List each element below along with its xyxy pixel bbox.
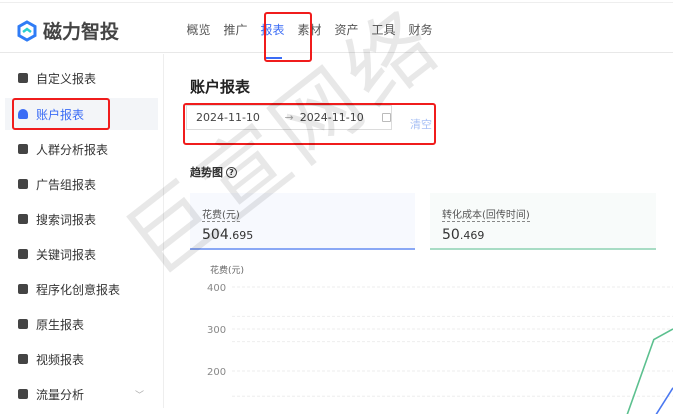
sidebar-item-label: 人群分析报表 xyxy=(36,142,109,157)
date-start[interactable]: 2024-11-10 xyxy=(196,111,273,124)
trend-title: 趋势图 xyxy=(190,166,223,179)
logo-icon xyxy=(17,19,37,42)
sidebar-item-label: 关键词报表 xyxy=(36,247,97,262)
sidebar-item-traffic-analysis[interactable]: 流量分析 ﹀ xyxy=(5,378,158,410)
date-range-picker[interactable]: 2024-11-10 → 2024-11-10 xyxy=(186,105,392,130)
document-icon xyxy=(18,73,28,83)
sidebar-item-native-report[interactable]: 原生报表 xyxy=(5,308,158,340)
sidebar-item-label: 原生报表 xyxy=(36,317,85,332)
y-tick-label: 300 xyxy=(207,325,226,336)
trend-heading: 趋势图 ? xyxy=(190,164,237,180)
sidebar-item-account-report[interactable]: 账户报表 xyxy=(5,98,158,130)
sidebar: 自定义报表 账户报表 人群分析报表 广告组报表 搜索词报表 关键词报表 程序化创… xyxy=(0,54,164,408)
sidebar-item-keyword-report[interactable]: 关键词报表 xyxy=(5,238,158,270)
clear-button[interactable]: 清空 xyxy=(410,116,432,132)
keyword-icon xyxy=(18,249,28,259)
y-tick-label: 200 xyxy=(207,367,226,378)
metric-value: 504.695 xyxy=(202,227,254,243)
metric-label: 花费(元) xyxy=(202,206,240,222)
help-icon[interactable]: ? xyxy=(226,166,237,178)
metric-value: 50.469 xyxy=(442,227,485,243)
nav-overview[interactable]: 概览 xyxy=(180,21,217,38)
y-tick-label: 400 xyxy=(207,283,226,294)
series-line-0 xyxy=(655,387,673,414)
nav-finance[interactable]: 财务 xyxy=(402,21,439,38)
sidebar-item-label: 广告组报表 xyxy=(36,177,97,192)
monitor-icon xyxy=(18,319,28,329)
grid-icon xyxy=(18,179,28,189)
nav-promotion[interactable]: 推广 xyxy=(217,21,254,38)
nav-materials[interactable]: 素材 xyxy=(291,21,328,38)
app-name: 磁力智投 xyxy=(43,21,120,43)
sidebar-item-label: 自定义报表 xyxy=(36,71,97,86)
sidebar-item-video-report[interactable]: 视频报表 xyxy=(5,343,158,375)
search-doc-icon xyxy=(18,214,28,224)
date-separator: → xyxy=(284,111,294,124)
user-icon xyxy=(18,109,28,119)
nav-reports[interactable]: 报表 xyxy=(254,21,291,59)
main-content: 账户报表 2024-11-10 → 2024-11-10 清空 趋势图 ? 花费… xyxy=(165,54,673,414)
nav-assets[interactable]: 资产 xyxy=(328,21,365,38)
sidebar-item-adgroup-report[interactable]: 广告组报表 xyxy=(5,168,158,200)
chart-icon xyxy=(18,389,28,399)
top-header: 磁力智投 概览 推广 报表 素材 资产 工具 财务 xyxy=(0,2,673,59)
sidebar-item-label: 账户报表 xyxy=(36,107,85,122)
trend-chart: 花费(元) 400 300 200 xyxy=(207,264,673,414)
metric-card-spend[interactable]: 花费(元) 504.695 xyxy=(190,193,415,250)
sidebar-item-label: 视频报表 xyxy=(36,352,85,367)
logo[interactable]: 磁力智投 xyxy=(16,17,119,44)
top-nav: 概览 推广 报表 素材 资产 工具 财务 xyxy=(180,21,439,59)
metric-label: 转化成本(回传时间) xyxy=(442,206,530,222)
page-title: 账户报表 xyxy=(190,78,251,96)
sidebar-item-custom-report[interactable]: 自定义报表 xyxy=(5,62,158,94)
calendar-icon[interactable] xyxy=(382,113,392,122)
person-icon xyxy=(18,144,28,154)
date-end[interactable]: 2024-11-10 xyxy=(300,111,377,124)
sidebar-item-label: 程序化创意报表 xyxy=(36,282,121,297)
sidebar-item-label: 搜索词报表 xyxy=(36,212,97,227)
video-icon xyxy=(18,354,28,364)
nav-tools[interactable]: 工具 xyxy=(365,21,402,38)
sidebar-item-search-term-report[interactable]: 搜索词报表 xyxy=(5,203,158,235)
sidebar-item-programmatic-creative-report[interactable]: 程序化创意报表 xyxy=(5,273,158,305)
sidebar-item-label: 流量分析 xyxy=(36,387,85,402)
y-axis-label: 花费(元) xyxy=(210,264,244,276)
metric-card-conversion-cost[interactable]: 转化成本(回传时间) 50.469 xyxy=(430,193,656,250)
sidebar-item-audience-report[interactable]: 人群分析报表 xyxy=(5,133,158,165)
creative-icon xyxy=(18,284,28,294)
chevron-down-icon: ﹀ xyxy=(134,390,144,401)
